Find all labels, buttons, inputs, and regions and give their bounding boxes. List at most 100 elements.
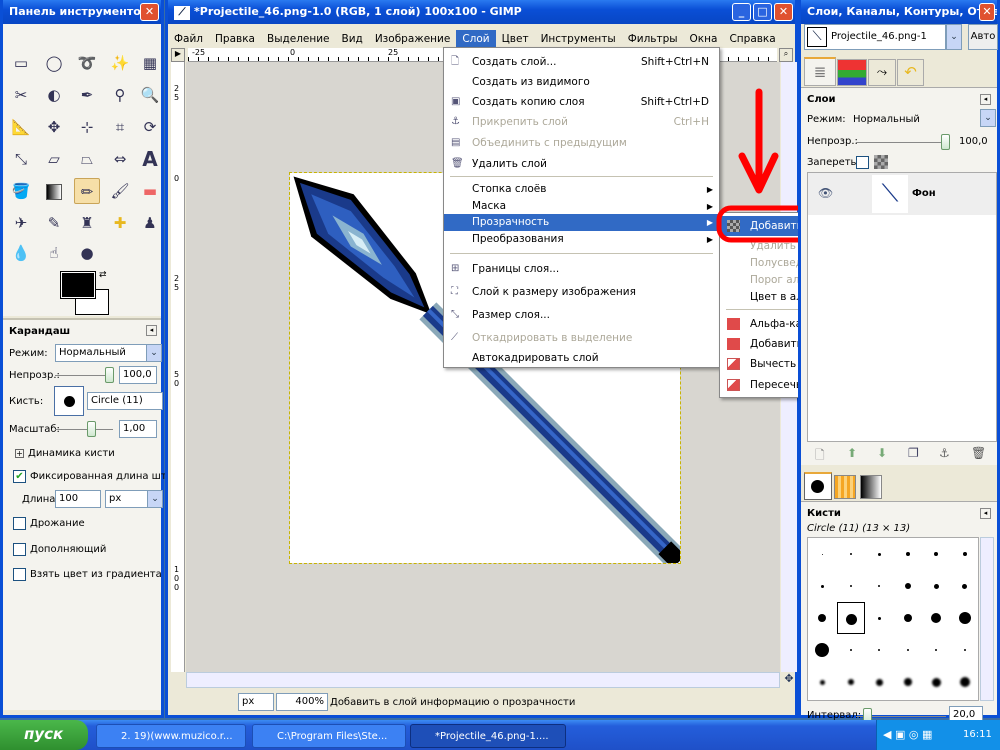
quick-mask-toggle[interactable]: ▶ [171,48,185,62]
tab-brushes[interactable] [804,472,832,500]
scale-tool[interactable]: ⤡ [8,146,34,172]
layer-menu-item[interactable]: Автокадрировать слой [444,348,719,368]
menu-10[interactable]: Справка [723,30,781,48]
lasso-tool[interactable]: ➰ [74,50,100,76]
brush-cell[interactable] [951,602,979,634]
layer-menu-item[interactable]: ⊞ Границы слоя... [444,259,719,279]
brushes-scrollbar[interactable] [980,537,994,701]
layer-mode-dropdown-icon[interactable]: ⌄ [980,109,996,127]
move-tool[interactable]: ✥ [41,114,67,140]
brush-cell[interactable] [922,666,950,698]
brush-cell[interactable] [951,538,979,570]
new-layer-button[interactable]: 🗋 [815,446,825,467]
clone-tool[interactable]: ♜ [74,210,100,236]
shear-tool[interactable]: ▱ [41,146,67,172]
incremental-checkbox[interactable] [13,543,26,556]
layer-menu-item[interactable]: ⟋ Откадрировать в выделение [444,328,719,348]
zoom-select[interactable]: 400% [276,693,328,711]
opacity-input[interactable]: 100,0 [119,366,157,384]
minimize-button[interactable]: _ [732,3,751,21]
layer-row[interactable]: 👁 ⟍ Фон [808,173,996,215]
layer-menu-item[interactable]: ⚓ Прикрепить слой Ctrl+H [444,112,719,132]
navigate-icon[interactable]: ✥ [781,672,797,688]
layer-menu-item[interactable]: Создать из видимого [444,72,719,92]
gradient-color-checkbox[interactable] [13,568,26,581]
brush-cell[interactable] [894,634,922,666]
brush-name-input[interactable]: Circle (11) [87,392,163,410]
brush-cell[interactable] [808,602,836,634]
menu-3[interactable]: Вид [336,30,369,48]
expand-dynamics-icon[interactable]: + [15,449,24,458]
unit-select[interactable]: px [238,693,274,711]
menu-9[interactable]: Окна [684,30,724,48]
layer-menu-item[interactable]: Маска ▶ [444,198,719,215]
layer-opacity-slider[interactable] [856,142,946,143]
image-titlebar[interactable]: ⟋ *Projectile_46.png-1.0 (RGB, 1 слой) 10… [168,0,795,24]
opacity-slider-handle[interactable] [105,367,114,383]
rotate-tool[interactable]: ⟳ [137,114,163,140]
menu-1[interactable]: Правка [209,30,261,48]
perspective-clone-tool[interactable]: ♟ [137,210,163,236]
airbrush-tool[interactable]: ✈ [8,210,34,236]
layer-menu-item[interactable]: 🗑 Удалить слой [444,154,719,174]
menu-7[interactable]: Инструменты [535,30,622,48]
brushes-menu-icon[interactable]: ◂ [980,508,991,519]
foreground-color-swatch[interactable] [60,271,96,299]
brush-cell[interactable] [922,634,950,666]
pencil-tool[interactable]: ✏ [74,178,100,204]
lower-layer-button[interactable]: ⬇ [877,446,887,460]
brush-cell[interactable] [865,602,893,634]
brush-dynamics-label[interactable]: Динамика кисти [28,448,115,459]
brush-cell[interactable] [865,538,893,570]
eraser-tool[interactable]: ▬ [137,178,163,204]
brush-preview-button[interactable] [54,386,84,416]
dock-close-button[interactable]: ✕ [979,3,995,21]
brush-cell[interactable] [837,570,865,602]
foreground-select-tool[interactable]: ◐ [41,82,67,108]
delete-layer-button[interactable]: 🗑 [971,446,986,460]
duplicate-layer-button[interactable]: ❐ [908,446,919,460]
brush-cell[interactable] [808,538,836,570]
brush-cell[interactable] [865,570,893,602]
scale-input[interactable]: 1,00 [119,420,157,438]
layer-menu-item[interactable]: ⛶ Слой к размеру изображения [444,282,719,302]
tray-icons[interactable]: ◀ ▣ ◎ ▦ [883,728,932,741]
perspective-tool[interactable]: ⏢ [74,146,100,172]
menu-8[interactable]: Фильтры [622,30,684,48]
anchor-layer-button[interactable]: ⚓ [939,446,950,460]
length-unit-dropdown-icon[interactable]: ⌄ [147,490,163,508]
brush-cell[interactable] [808,634,836,666]
brush-cell[interactable] [808,570,836,602]
tool-options-menu-icon[interactable]: ◂ [146,325,157,336]
brush-cell[interactable] [837,634,865,666]
fuzzy-select-tool[interactable]: ✨ [107,50,133,76]
paths-tool[interactable]: ✒ [74,82,100,108]
toolbox-titlebar[interactable]: Панель инструментов [3,0,161,24]
fixed-length-checkbox[interactable]: ✔ [13,470,26,483]
lock-pixels-checkbox[interactable] [856,156,869,169]
menu-5[interactable]: Слой [456,30,496,48]
dodge-burn-tool[interactable]: ● [74,240,100,266]
flip-tool[interactable]: ⇔ [107,146,133,172]
brush-cell[interactable] [837,666,865,698]
zoom-tool[interactable]: 🔍 [137,82,163,108]
start-button[interactable]: пуск [0,720,88,750]
brush-cell[interactable] [922,602,950,634]
tab-patterns[interactable] [834,475,856,499]
tab-undo-history[interactable]: ↶ [897,59,924,86]
layer-menu-item[interactable]: Преобразования ▶ [444,231,719,248]
blend-tool[interactable] [41,178,67,204]
visibility-eye-icon[interactable]: 👁 [818,186,833,200]
layer-opacity-slider-handle[interactable] [941,134,950,150]
toolbox-close-button[interactable]: ✕ [140,3,159,21]
brush-cell[interactable] [894,666,922,698]
brush-cell[interactable] [894,602,922,634]
layer-menu-item[interactable]: ▤ Объединить с предыдущим [444,133,719,153]
heal-tool[interactable]: ✚ [107,210,133,236]
ellipse-select-tool[interactable]: ◯ [41,50,67,76]
tab-channels[interactable] [837,59,867,86]
layer-mode-select[interactable]: Нормальный [853,114,920,125]
menu-0[interactable]: Файл [168,30,209,48]
layer-menu-item[interactable]: Прозрачность ▶ [444,214,719,231]
brush-cell[interactable] [836,602,865,634]
